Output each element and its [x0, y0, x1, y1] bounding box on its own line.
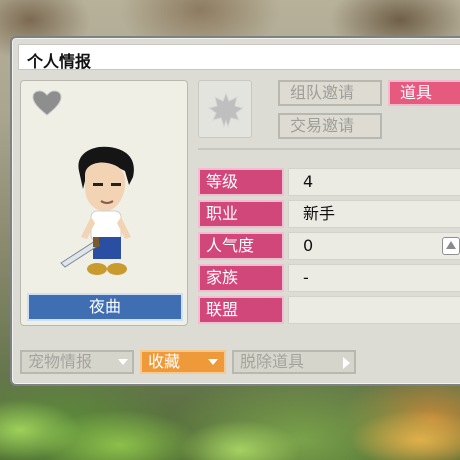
maple-leaf-icon [207, 91, 245, 129]
chevron-down-icon [208, 359, 218, 365]
items-tab[interactable]: 道具 [388, 80, 460, 106]
job-label: 职业 [198, 200, 284, 228]
collect-button[interactable]: 收藏 [140, 350, 226, 374]
alliance-label: 联盟 [198, 296, 284, 324]
alliance-value [288, 296, 460, 324]
guild-emblem-slot [198, 80, 252, 138]
party-invite-button[interactable]: 组队邀请 [278, 80, 382, 106]
chevron-down-icon [118, 359, 128, 365]
info-row-job: 职业 新手 [198, 200, 460, 228]
job-value: 新手 [288, 200, 460, 228]
family-label: 家族 [198, 264, 284, 292]
fame-up-button[interactable] [442, 237, 460, 255]
info-row-fame: 人气度 0 [198, 232, 460, 260]
level-label: 等级 [198, 168, 284, 196]
character-avatar [60, 146, 134, 275]
character-panel: 夜曲 [20, 80, 188, 326]
collect-label: 收藏 [148, 352, 181, 371]
window-title: 个人情报 [27, 52, 92, 71]
chevron-right-icon [343, 357, 350, 369]
family-value: - [288, 264, 460, 292]
unequip-items-label: 脱除道具 [240, 352, 305, 371]
bottom-toolbar: 宠物情报 收藏 脱除道具 [18, 350, 460, 376]
window-titlebar[interactable]: 个人情报 [18, 44, 460, 71]
fame-value: 0 [288, 232, 460, 260]
heart-icon[interactable] [31, 89, 63, 117]
info-row-level: 等级 4 [198, 168, 460, 196]
pet-info-label: 宠物情报 [28, 352, 93, 371]
trade-invite-button[interactable]: 交易邀请 [278, 113, 382, 139]
unequip-items-button[interactable]: 脱除道具 [232, 350, 356, 374]
section-divider [198, 148, 460, 150]
fame-up-icon [446, 241, 456, 249]
info-row-alliance: 联盟 [198, 296, 460, 324]
character-info-window: 个人情报 夜曲 组队邀请 道具 交易邀请 等级 4 职业 新手 人气度 0 家族… [10, 36, 460, 386]
background-grass [0, 390, 460, 460]
pet-info-button[interactable]: 宠物情报 [20, 350, 134, 374]
character-name-button[interactable]: 夜曲 [27, 293, 183, 321]
level-value: 4 [288, 168, 460, 196]
info-row-family: 家族 - [198, 264, 460, 292]
fame-label: 人气度 [198, 232, 284, 260]
